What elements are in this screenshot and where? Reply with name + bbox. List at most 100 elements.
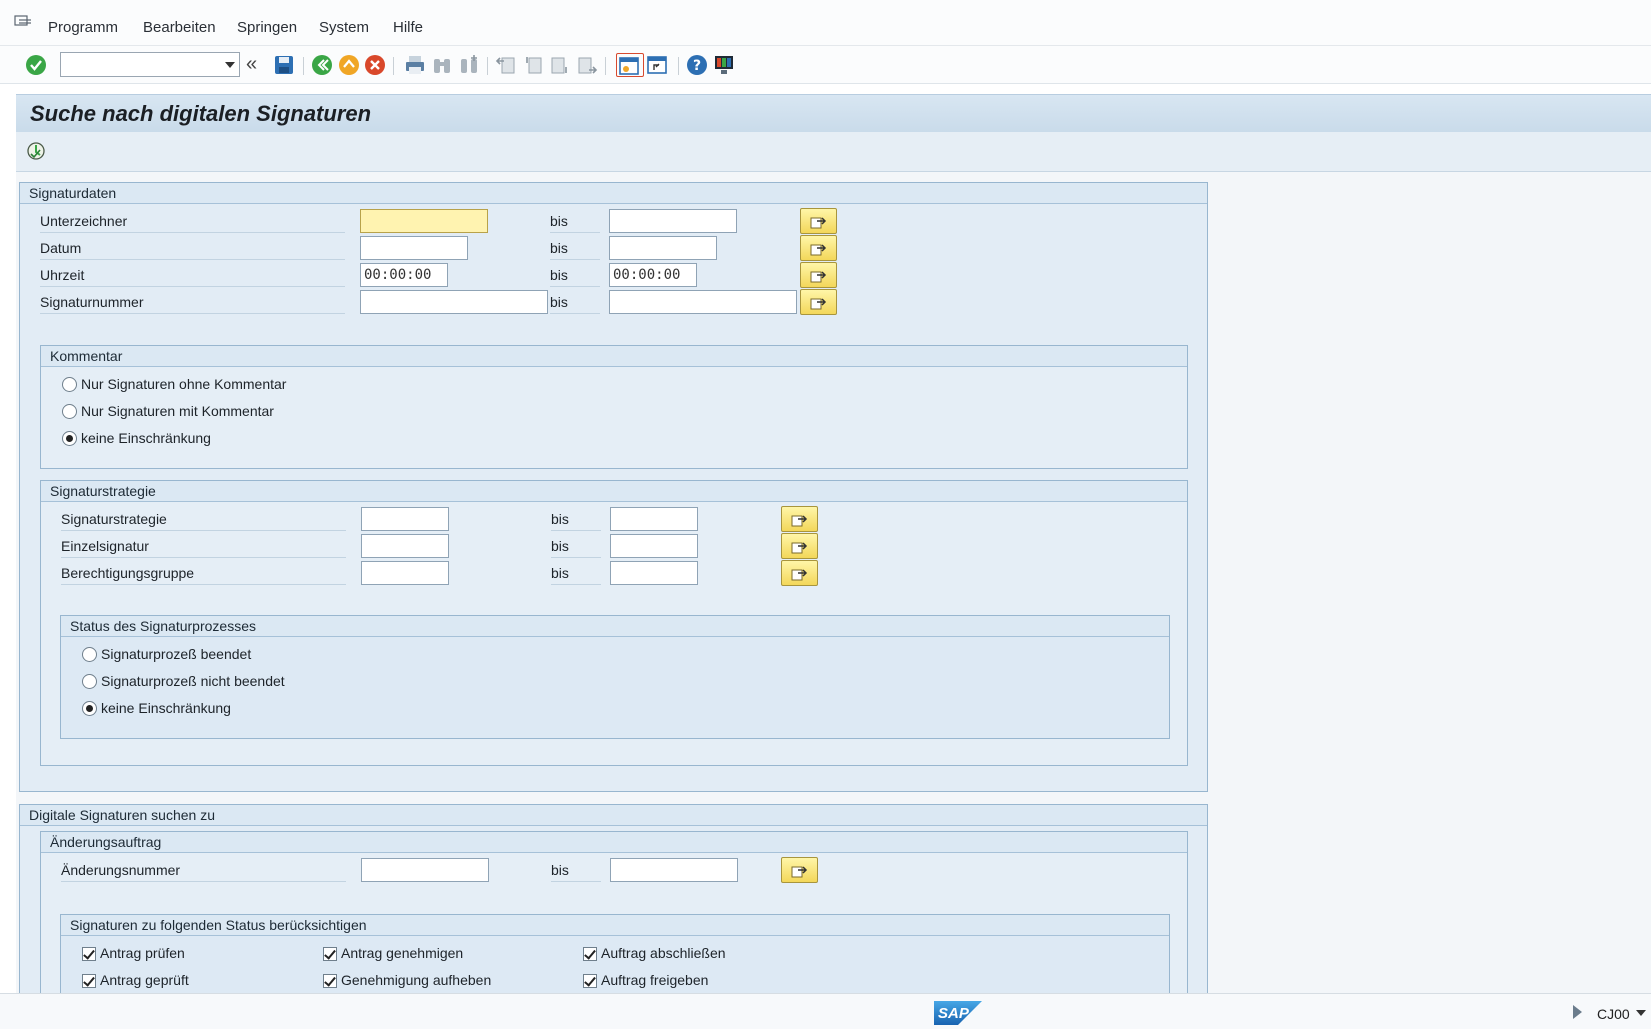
radio-prozess-beendet[interactable]: [82, 647, 97, 662]
last-page-icon[interactable]: [575, 53, 599, 77]
label-antrag-genehmigen[interactable]: Antrag genehmigen: [341, 944, 463, 962]
multiple-selection-button[interactable]: [781, 560, 818, 586]
next-page-icon[interactable]: [548, 53, 572, 77]
unterzeichner-from-input[interactable]: [360, 209, 488, 233]
label-antrag-geprueft[interactable]: Antrag geprüft: [100, 971, 189, 989]
label-auftrag-freigeben[interactable]: Auftrag freigeben: [601, 971, 708, 989]
radio-prozess-keine-einschraenkung[interactable]: [82, 701, 97, 716]
label-auftrag-abschliessen[interactable]: Auftrag abschließen: [601, 944, 726, 962]
unterzeichner-to-input[interactable]: [609, 209, 737, 233]
label-einzelsignatur: Einzelsignatur: [61, 534, 346, 558]
berechtigungsgruppe-to-input[interactable]: [610, 561, 698, 585]
radio-keine-einschraenkung[interactable]: [62, 431, 77, 446]
history-back-icon[interactable]: «: [246, 53, 270, 77]
chevron-down-icon[interactable]: [225, 62, 235, 68]
title-bar: Suche nach digitalen Signaturen: [16, 94, 1651, 132]
shortcut-icon[interactable]: [645, 53, 669, 77]
multiple-selection-button[interactable]: [800, 235, 837, 261]
save-icon[interactable]: [272, 53, 296, 77]
label-bis: bis: [550, 209, 600, 233]
datum-to-input[interactable]: [609, 236, 717, 260]
signaturnummer-to-input[interactable]: [609, 290, 797, 314]
arrow-right-icon: [810, 244, 827, 256]
chevron-down-icon[interactable]: [1636, 1010, 1646, 1016]
main-content: Signaturdaten Unterzeichner bis Datum bi…: [16, 172, 1651, 993]
multiple-selection-button[interactable]: [800, 289, 837, 315]
frame-title-signaturdaten: Signaturdaten: [20, 183, 1207, 204]
aenderungsnummer-from-input[interactable]: [361, 858, 489, 882]
play-icon[interactable]: [1573, 1005, 1582, 1019]
toolbar-separator: [303, 57, 304, 75]
label-bis: bis: [551, 507, 601, 531]
find-icon[interactable]: [430, 53, 454, 77]
arrow-right-icon: [810, 217, 827, 229]
arrow-right-icon: [791, 569, 808, 581]
multiple-selection-button[interactable]: [781, 857, 818, 883]
signaturstrategie-to-input[interactable]: [610, 507, 698, 531]
checkbox-auftrag-freigeben[interactable]: [583, 974, 597, 988]
checkbox-antrag-genehmigen[interactable]: [323, 947, 337, 961]
option-ohne-kommentar[interactable]: Nur Signaturen ohne Kommentar: [81, 375, 286, 393]
arrow-right-icon: [791, 866, 808, 878]
uhrzeit-to-input[interactable]: 00:00:00: [609, 263, 697, 287]
label-genehmigung-aufheben[interactable]: Genehmigung aufheben: [341, 971, 491, 989]
label-signaturstrategie: Signaturstrategie: [61, 507, 346, 531]
prev-page-icon[interactable]: [521, 53, 545, 77]
checkbox-auftrag-abschliessen[interactable]: [583, 947, 597, 961]
back-icon[interactable]: [310, 53, 334, 77]
menu-springen[interactable]: Springen: [237, 19, 297, 36]
frame-title-digitale-suche: Digitale Signaturen suchen zu: [20, 805, 1207, 826]
sap-logo: SAP: [934, 1001, 982, 1025]
berechtigungsgruppe-from-input[interactable]: [361, 561, 449, 585]
multiple-selection-button[interactable]: [800, 262, 837, 288]
menu-programm[interactable]: Programm: [48, 19, 118, 36]
frame-title-kommentar: Kommentar: [41, 346, 1187, 367]
aenderungsnummer-to-input[interactable]: [610, 858, 738, 882]
signaturnummer-from-input[interactable]: [360, 290, 548, 314]
menu-system[interactable]: System: [319, 19, 369, 36]
checkbox-antrag-geprueft[interactable]: [82, 974, 96, 988]
einzelsignatur-from-input[interactable]: [361, 534, 449, 558]
menu-bearbeiten[interactable]: Bearbeiten: [143, 19, 216, 36]
cancel-icon[interactable]: [363, 53, 387, 77]
label-bis: bis: [551, 858, 601, 882]
uhrzeit-from-input[interactable]: 00:00:00: [360, 263, 448, 287]
standard-toolbar: « ?: [0, 46, 1651, 84]
multiple-selection-button[interactable]: [800, 208, 837, 234]
layout-icon[interactable]: [712, 53, 736, 77]
einzelsignatur-to-input[interactable]: [610, 534, 698, 558]
radio-prozess-nicht-beendet[interactable]: [82, 674, 97, 689]
datum-from-input[interactable]: [360, 236, 468, 260]
find-next-icon[interactable]: [457, 53, 481, 77]
label-datum: Datum: [40, 236, 345, 260]
frame-status-signaturprozess: Status des Signaturprozesses Signaturpro…: [60, 615, 1170, 739]
first-page-icon[interactable]: [494, 53, 518, 77]
execute-icon[interactable]: [26, 141, 46, 161]
label-antrag-pruefen[interactable]: Antrag prüfen: [100, 944, 185, 962]
help-icon[interactable]: ?: [685, 53, 709, 77]
option-prozess-beendet[interactable]: Signaturprozeß beendet: [101, 645, 251, 663]
enter-check-icon[interactable]: [24, 53, 48, 77]
checkbox-genehmigung-aufheben[interactable]: [323, 974, 337, 988]
menu-options-icon[interactable]: [14, 15, 32, 29]
signaturstrategie-from-input[interactable]: [361, 507, 449, 531]
print-icon[interactable]: [403, 53, 427, 77]
frame-status-checks: Signaturen zu folgenden Status berücksic…: [60, 914, 1170, 993]
label-bis: bis: [550, 290, 600, 314]
exit-icon[interactable]: [337, 53, 361, 77]
radio-mit-kommentar[interactable]: [62, 404, 77, 419]
new-session-icon[interactable]: [616, 53, 644, 77]
label-bis: bis: [550, 263, 600, 287]
command-field[interactable]: [60, 52, 240, 77]
option-keine-einschraenkung[interactable]: keine Einschränkung: [81, 429, 211, 447]
multiple-selection-button[interactable]: [781, 506, 818, 532]
option-prozess-nicht-beendet[interactable]: Signaturprozeß nicht beendet: [101, 672, 285, 690]
menu-hilfe[interactable]: Hilfe: [393, 19, 423, 36]
option-prozess-keine-einschraenkung[interactable]: keine Einschränkung: [101, 699, 231, 717]
option-mit-kommentar[interactable]: Nur Signaturen mit Kommentar: [81, 402, 274, 420]
checkbox-antrag-pruefen[interactable]: [82, 947, 96, 961]
system-info[interactable]: CJ00: [1597, 1006, 1630, 1022]
menu-bar: Programm Bearbeiten Springen System Hilf…: [0, 0, 1651, 46]
multiple-selection-button[interactable]: [781, 533, 818, 559]
radio-ohne-kommentar[interactable]: [62, 377, 77, 392]
